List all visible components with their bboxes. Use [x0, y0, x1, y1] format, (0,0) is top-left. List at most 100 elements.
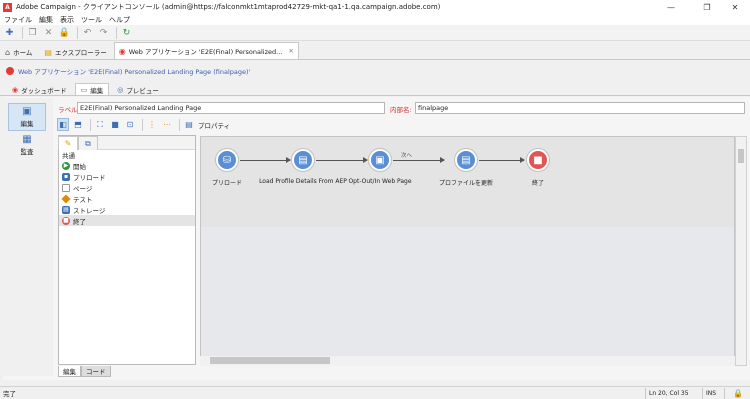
toolbar-separator — [142, 118, 143, 131]
layout-horizontal-icon[interactable]: ⬒ — [72, 118, 84, 131]
palette-item-page[interactable]: ページ — [59, 182, 195, 193]
palette-item-preload[interactable]: ▪ プリロード — [59, 171, 195, 182]
more-vertical-icon[interactable]: ⋮ — [146, 118, 158, 131]
redo-icon[interactable]: ↷ — [97, 26, 110, 39]
maximize-icon[interactable]: ❐ — [692, 0, 722, 14]
palette-item-label: 開始 — [73, 162, 86, 171]
folder-icon: ▤ — [44, 47, 52, 57]
workflow-node-opt-out-page[interactable]: ▣ — [369, 149, 391, 171]
test-diamond-icon — [61, 193, 71, 204]
minimize-icon[interactable]: — — [656, 0, 686, 14]
palette-item-storage[interactable]: ▤ ストレージ — [59, 204, 195, 215]
transition-arrow[interactable] — [316, 157, 368, 163]
lock-icon: 🔒 — [724, 388, 748, 399]
stop-icon[interactable]: ■ — [109, 118, 121, 131]
vertical-scrollbar[interactable] — [735, 136, 747, 366]
nav-audit[interactable]: ▦ 監査 — [8, 131, 46, 159]
new-icon[interactable]: ✚ — [3, 26, 16, 39]
palette-item-end[interactable]: ■ 終了 — [59, 215, 195, 226]
workflow-icon[interactable]: ⧉ — [78, 136, 98, 150]
palette-tabs: ✎ ⧉ — [58, 136, 108, 150]
editor-toolbar: ◧ ⬒ ⛶ ■ ⊡ ⋮ ⋯ ▤ プロパティ — [57, 117, 357, 132]
more-horizontal-icon[interactable]: ⋯ — [161, 118, 173, 131]
tab-close-icon[interactable]: ✕ — [288, 47, 293, 55]
tab-preview[interactable]: ◎ プレビュー — [111, 83, 165, 95]
start-icon: ▶ — [62, 161, 70, 170]
nav-edit[interactable]: ▣ 編集 — [8, 103, 46, 131]
tab-dashboard[interactable]: ◉ ダッシュボード — [6, 83, 73, 95]
title-bar: A Adobe Campaign - クライアントコンソール (admin@ht… — [0, 0, 750, 14]
preview-eye-icon: ◎ — [117, 85, 124, 94]
delete-icon[interactable]: ✕ — [42, 26, 55, 39]
tab-home-label: ホーム — [13, 49, 33, 57]
label-input[interactable]: E2E(Final) Personalized Landing Page — [77, 102, 385, 114]
tab-explorer-label: エクスプローラー — [54, 49, 107, 57]
workflow-node-preload[interactable]: ⛁ — [216, 149, 238, 171]
preload-icon: ▪ — [62, 172, 70, 181]
workflow-node-update-profile[interactable]: ▤ — [455, 149, 477, 171]
lock-icon[interactable]: 🔒 — [58, 26, 71, 39]
dashboard-icon: ◉ — [12, 85, 19, 94]
internal-name-input[interactable]: finalpage — [415, 102, 745, 114]
menu-help[interactable]: ヘルプ — [109, 15, 130, 25]
edit-icon: ▭ — [80, 85, 88, 94]
refresh-icon[interactable]: ↻ — [120, 26, 133, 39]
storage-icon: ▤ — [62, 205, 70, 214]
home-icon: ⌂ — [5, 47, 11, 57]
properties-icon[interactable]: ▤ — [183, 118, 195, 131]
menu-bar: ファイル 編集 表示 ツール ヘルプ — [0, 14, 750, 25]
menu-edit[interactable]: 編集 — [39, 15, 53, 25]
object-path: Web アプリケーション 'E2E(Final) Personalized La… — [0, 62, 750, 79]
tab-home[interactable]: ⌂ ホーム — [0, 44, 37, 59]
node-label-end: 終了 — [531, 180, 545, 187]
activity-palette: 共通 ▶ 開始 ▪ プリロード ページ テスト ▤ ストレージ ■ 終了 — [58, 135, 196, 365]
transition-arrow[interactable] — [479, 157, 525, 163]
close-icon[interactable]: ✕ — [720, 0, 750, 14]
transition-arrow[interactable] — [393, 157, 445, 163]
status-text: 完了 — [3, 390, 16, 398]
pencil-icon[interactable]: ✎ — [58, 136, 78, 150]
palette-item-label: ストレージ — [73, 206, 106, 215]
layout-vertical-icon[interactable]: ◧ — [57, 118, 69, 131]
menu-view[interactable]: 表示 — [60, 15, 74, 25]
scroll-thumb[interactable] — [210, 357, 330, 364]
tab-edit[interactable]: ▭ 編集 — [74, 83, 110, 95]
tab-web-application[interactable]: ◉ Web アプリケーション 'E2E(Final) Personalized.… — [113, 42, 299, 59]
bottom-tab-edit[interactable]: 編集 — [58, 366, 81, 377]
tab-edit-label: 編集 — [90, 86, 104, 95]
internal-name-caption: 内部名: — [390, 106, 412, 114]
undo-icon[interactable]: ↶ — [81, 26, 94, 39]
menu-file[interactable]: ファイル — [4, 15, 32, 25]
left-navigation: ▣ 編集 ▦ 監査 — [3, 98, 53, 376]
transition-arrow[interactable] — [240, 157, 291, 163]
transition-label-next: 次へ — [401, 153, 413, 159]
properties-button[interactable]: プロパティ — [198, 120, 230, 130]
document-tabs: ⌂ ホーム ▤ エクスプローラー ◉ Web アプリケーション 'E2E(Fin… — [0, 42, 750, 60]
bottom-tab-code[interactable]: コード — [81, 366, 111, 377]
workflow-node-load-profile[interactable]: ▤ — [292, 149, 314, 171]
palette-item-start[interactable]: ▶ 開始 — [59, 160, 195, 171]
node-label-load-profile: Load Profile Details From AEP — [259, 178, 347, 185]
nav-edit-label: 編集 — [20, 120, 34, 128]
edit-page-icon: ▣ — [22, 106, 32, 117]
fit-to-screen-icon[interactable]: ⛶ — [94, 118, 106, 131]
tab-explorer[interactable]: ▤ エクスプローラー — [39, 44, 111, 59]
copy-icon[interactable]: ❐ — [26, 26, 39, 39]
tab-web-application-label: Web アプリケーション 'E2E(Final) Personalized... — [128, 48, 283, 56]
nav-audit-label: 監査 — [20, 148, 34, 156]
web-app-icon: ◉ — [118, 46, 126, 56]
status-bar: 完了 Ln 20, Col 35 INS 🔒 — [0, 386, 750, 399]
menu-tools[interactable]: ツール — [81, 15, 102, 25]
palette-item-label: テスト — [73, 195, 93, 204]
zoom-fit-icon[interactable]: ⊡ — [124, 118, 136, 131]
workflow-node-end[interactable]: ■ — [527, 149, 549, 171]
horizontal-scrollbar[interactable] — [200, 356, 735, 366]
web-app-icon — [6, 66, 14, 75]
object-path-title: Web アプリケーション 'E2E(Final) Personalized La… — [18, 67, 251, 76]
editor-bottom-tabs: 編集 コード — [58, 366, 118, 377]
scroll-thumb[interactable] — [738, 149, 744, 163]
node-label-opt-out-page: Opt-Out/In Web Page — [348, 178, 412, 185]
tab-dashboard-label: ダッシュボード — [21, 86, 67, 95]
palette-item-test[interactable]: テスト — [59, 193, 195, 204]
window-title: Adobe Campaign - クライアントコンソール (admin@http… — [16, 3, 441, 11]
